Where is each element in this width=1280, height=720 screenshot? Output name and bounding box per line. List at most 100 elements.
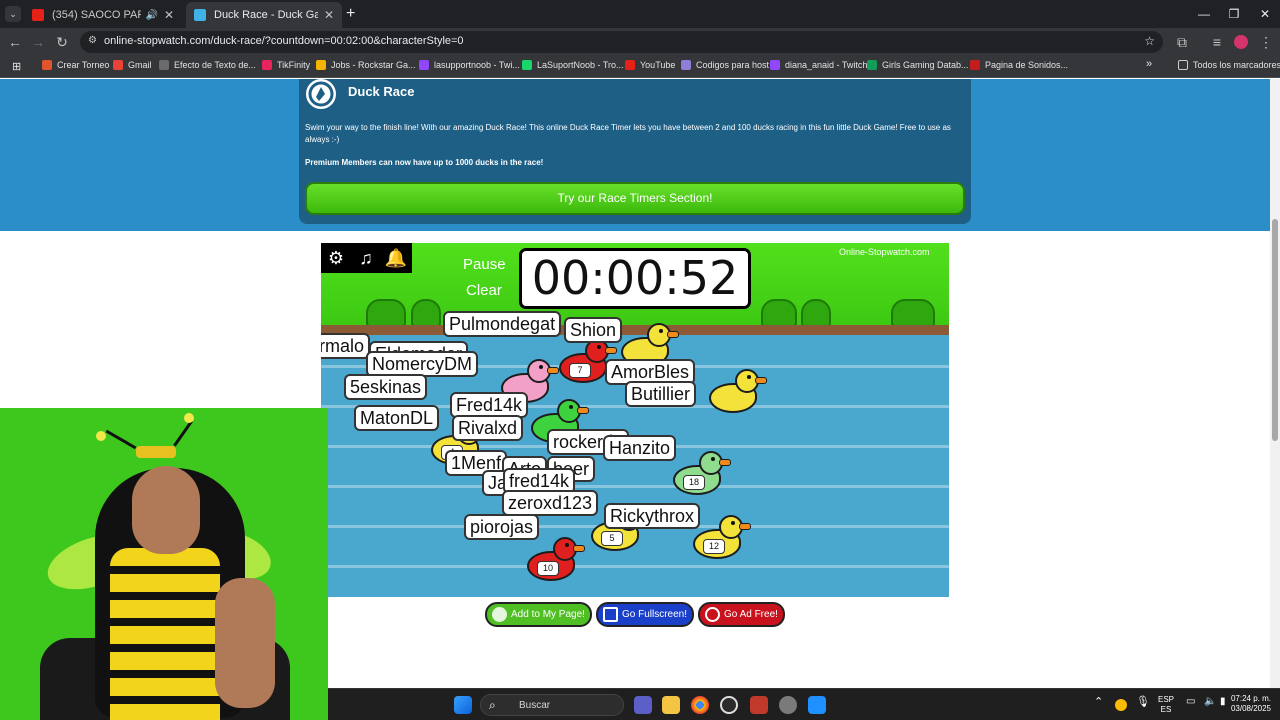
pause-button[interactable]: Pause: [463, 256, 506, 273]
bush: [366, 299, 406, 327]
bookmark-rockstar-jobs[interactable]: Jobs - Rockstar Ga...: [316, 60, 416, 70]
volume-icon[interactable]: 🔈: [1204, 697, 1216, 707]
bookmark-icon: [159, 60, 169, 70]
close-tab-icon[interactable]: ✕: [164, 8, 174, 22]
chrome-icon[interactable]: [691, 696, 709, 714]
close-tab-icon[interactable]: ✕: [324, 8, 334, 22]
hero-banner: Duck Race Swim your way to the finish li…: [0, 79, 1270, 231]
bookmark-efecto-texto[interactable]: Efecto de Texto de...: [159, 60, 256, 70]
duck-eye: [565, 543, 569, 547]
app-icon[interactable]: [750, 696, 768, 714]
page-title: Duck Race: [348, 84, 415, 99]
bookmark-gmail[interactable]: Gmail: [113, 60, 152, 70]
bookmark-girls-gaming[interactable]: Girls Gaming Datab...: [867, 60, 969, 70]
file-explorer-icon[interactable]: [662, 696, 680, 714]
windows-start-icon[interactable]: [454, 696, 472, 714]
duck-number: 5: [601, 531, 623, 546]
page-scrollbar[interactable]: [1270, 79, 1280, 688]
microphone-icon[interactable]: 🎙: [1136, 697, 1150, 708]
restore-icon[interactable]: ❐: [1219, 4, 1249, 24]
game-controls: ⚙ ♫ 🔔: [321, 243, 412, 273]
youtube-icon: [32, 9, 44, 21]
gmail-icon: [113, 60, 123, 70]
add-to-page-button[interactable]: Add to My Page!: [485, 602, 592, 627]
reading-list-icon[interactable]: ≡: [1207, 32, 1227, 52]
clock[interactable]: 07:24 p. m. 03/08/2025: [1224, 694, 1278, 714]
site-info-icon[interactable]: ⚙: [88, 35, 97, 46]
wave: [321, 565, 949, 568]
back-icon[interactable]: ←: [5, 32, 25, 52]
site-logo-icon: [303, 79, 339, 112]
bookmark-star-icon[interactable]: ☆: [1144, 34, 1155, 48]
gear-icon[interactable]: ⚙: [323, 245, 349, 271]
trovo-icon: [522, 60, 532, 70]
music-icon[interactable]: ♫: [353, 245, 379, 271]
profile-avatar[interactable]: [1234, 35, 1248, 49]
duck-eye: [731, 521, 735, 525]
reload-icon[interactable]: ↻: [52, 32, 72, 52]
bee-costume: [110, 548, 220, 720]
date: 03/08/2025: [1230, 704, 1272, 713]
speaker-icon[interactable]: 🔊: [145, 10, 157, 21]
forward-icon[interactable]: →: [28, 32, 48, 52]
streamer-arm: [215, 578, 275, 708]
language-indicator[interactable]: ESP ES: [1158, 695, 1174, 715]
new-tab-button[interactable]: +: [346, 5, 355, 23]
network-icon[interactable]: ▭: [1186, 697, 1195, 707]
teams-icon[interactable]: [634, 696, 652, 714]
ad-free-button[interactable]: Go Ad Free!: [698, 602, 785, 627]
duck-beak: [719, 459, 731, 466]
bookmark-trovo[interactable]: LaSuportNoob - Tro...: [522, 60, 624, 70]
chrome-tray-icon[interactable]: [1115, 699, 1127, 711]
bookmark-youtube[interactable]: YouTube: [625, 60, 675, 70]
fullscreen-button[interactable]: Go Fullscreen!: [596, 602, 694, 627]
race-timers-button[interactable]: Try our Race Timers Section!: [305, 182, 965, 215]
minimize-icon[interactable]: —: [1189, 4, 1219, 24]
extensions-icon[interactable]: ⧉: [1172, 32, 1192, 52]
apps-icon[interactable]: ⊞: [12, 60, 21, 73]
time: 07:24 p. m.: [1230, 694, 1272, 703]
address-bar[interactable]: ⚙ online-stopwatch.com/duck-race/?countd…: [80, 31, 1163, 53]
racer-name-tag: Rivalxd: [452, 415, 524, 441]
duck-number: 18: [683, 475, 705, 490]
wave: [321, 485, 949, 488]
taskbar-search[interactable]: ⌕ Buscar: [480, 694, 624, 716]
tab-duck-race[interactable]: Duck Race - Duck Games ✕: [186, 2, 342, 28]
antenna: [173, 420, 193, 447]
duck-beak: [577, 407, 589, 414]
windows-taskbar: ⌕ Buscar ⌃ 🎙 ESP ES ▭ 🔈 ▮ 07:24 p. m. 03…: [328, 688, 1280, 720]
tab-search-button[interactable]: ⌄: [5, 6, 21, 22]
youtube-icon: [625, 60, 635, 70]
clear-button[interactable]: Clear: [466, 282, 502, 299]
duck-beak: [667, 331, 679, 338]
close-window-icon[interactable]: ✕: [1250, 4, 1280, 24]
obs-icon[interactable]: [720, 696, 738, 714]
bookmark-pagina-sonidos[interactable]: Pagina de Sonidos...: [970, 60, 1068, 70]
bookmark-twitch-lasupportnoob[interactable]: lasupportnoob - Twi...: [419, 60, 520, 70]
all-bookmarks[interactable]: Todos los marcadores: [1178, 60, 1280, 70]
bookmark-crear-torneo[interactable]: Crear Torneo: [42, 60, 109, 70]
duck-race-game[interactable]: ⚙ ♫ 🔔 Pause Clear 00:00:52 Online-Stopwa…: [321, 243, 949, 597]
racer-name-tag: rmalo: [321, 333, 371, 359]
rockstar-icon: [316, 60, 326, 70]
duck-beak: [573, 545, 585, 552]
webcam-overlay: [0, 408, 328, 720]
twitch-icon: [419, 60, 429, 70]
tab-youtube[interactable]: (354) SAOCO PAPI - REGGA 🔊 ✕: [24, 2, 182, 28]
tray-overflow-icon[interactable]: ⌃: [1094, 697, 1103, 708]
settings-icon[interactable]: [779, 696, 797, 714]
bookmark-tikfinity[interactable]: TikFinity: [262, 60, 310, 70]
bell-icon[interactable]: 🔔: [383, 245, 409, 271]
bookmark-codigos-host[interactable]: Codigos para host: [681, 60, 769, 70]
app-icon[interactable]: [808, 696, 826, 714]
bookmarks-bar: ⊞ Crear Torneo Gmail Efecto de Texto de.…: [0, 56, 1280, 78]
duck-beak: [739, 523, 751, 530]
bookmark-twitch-diana[interactable]: diana_anaid - Twitch: [770, 60, 867, 70]
duck-number: 10: [537, 561, 559, 576]
bookmarks-overflow-icon[interactable]: »: [1146, 58, 1152, 70]
scrollbar-thumb[interactable]: [1272, 219, 1278, 441]
twitch-icon: [770, 60, 780, 70]
menu-icon[interactable]: ⋮: [1256, 32, 1276, 52]
tab-title: Duck Race - Duck Games: [214, 9, 318, 21]
streamer-face: [132, 466, 200, 554]
